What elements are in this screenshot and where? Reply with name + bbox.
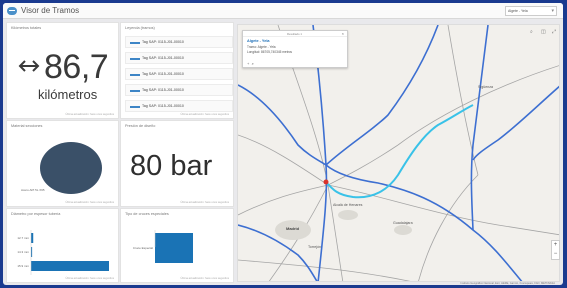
legend-label: Tag SAP: 0115-J01-00010 [142,56,184,60]
layer-select[interactable]: Algete - Yela ▾ [505,6,557,16]
popup-line: Longitud: 86705,740345 metros [247,50,293,54]
crossing-bar-chart: Cruce Especial [133,230,193,263]
road [327,184,344,281]
legend-item[interactable]: Tag SAP: 0115-J01-00010 [125,52,233,64]
road [238,134,329,186]
legend-swatch [130,106,140,108]
legend-panel: Leyenda (tramos) Tag SAP: 0115-J01-00010… [120,22,234,119]
map-attribution: Instituto Geográfico Nacional, Esri, HER… [460,282,555,285]
search-icon[interactable]: ⌕ [530,29,533,35]
distance-value: 86,7 [44,48,109,86]
distance-unit: kilómetros [38,87,98,102]
legend-item[interactable]: Tag SAP: 0115-J01-00010 [125,68,233,80]
legend-item[interactable]: Tag SAP: 0115-J01-00010 [125,100,233,112]
panel-title: Tipo de cruces especiales [125,212,169,216]
pie-slice[interactable] [40,142,102,194]
zoom-in-icon[interactable]: + [552,241,559,250]
river [470,25,489,231]
river [238,84,327,166]
close-icon[interactable]: × [342,31,344,36]
zoom-to-icon[interactable]: ⌕ [252,61,254,66]
logo-icon [7,7,17,15]
legend-swatch [130,74,140,76]
legend-label: Tag SAP: 0115-J01-00010 [142,104,184,108]
pressure-panel: Presión de diseño 80 bar Última actualiz… [120,120,234,207]
location-marker[interactable] [323,179,329,185]
legend-label: Tag SAP: 0115-J01-00010 [142,88,184,92]
urban-area [338,210,358,220]
place-label: Guadalajara [393,221,413,225]
legend-label: Tag SAP: 0115-J01-00010 [142,72,184,76]
legend-item[interactable]: Tag SAP: 0115-J01-00010 [125,84,233,96]
bar-category-label: Cruce Especial [133,246,154,250]
popup-title: Algete - Yela [247,39,270,43]
app-frame: Visor de Tramos Algete - Yela ▾ Kilómetr… [3,3,563,285]
crossing-panel: Tipo de cruces especiales Cruce Especial… [120,208,234,283]
popup-header: Resultado 1 × [243,31,347,37]
app-header: Visor de Tramos Algete - Yela ▾ [3,3,563,19]
legend-item[interactable]: Tag SAP: 0115-J01-00010 [125,36,233,48]
add-icon[interactable]: + [247,61,249,66]
diameter-panel: Diámetro por espesor tubería 12.7 mm 14.3… [6,208,119,283]
panel-foot: Última actualización: hace unos segundos [180,201,229,204]
panel-title: Presión de diseño [125,124,156,128]
bar-category-label: 14.3 mm [17,250,29,254]
bar[interactable] [31,233,34,243]
panel-foot: Última actualización: hace unos segundos [65,277,114,280]
distance-panel: Kilómetros totales 86,7 kilómetros Últim… [6,22,119,119]
legend-swatch [130,90,140,92]
expand-icon[interactable]: ⤢ [552,29,556,35]
panel-foot: Última actualización: hace unos segundos [180,113,229,116]
bar-category-label: 12.7 mm [17,236,29,240]
place-label: Sigüenza [478,85,493,89]
urban-areas [275,210,412,240]
pie-label: Acero API 5L X65 [21,188,45,192]
material-panel: Material secciones Acero API 5L X65 Últi… [6,120,119,207]
place-label: Madrid [286,226,300,231]
legend-swatch [130,42,140,44]
road [397,65,559,146]
place-label: Alcalá de Henares [333,203,363,207]
legend-label: Tag SAP: 0115-J01-00010 [142,40,184,44]
diameter-bar-chart: 12.7 mm 14.3 mm 15.9 mm [17,230,109,275]
road [238,259,411,281]
layer-select-value: Algete - Yela [508,9,528,13]
pressure-value: 80 bar [130,150,213,182]
road [418,174,479,281]
arrow-both-icon [18,60,40,72]
chevron-down-icon: ▾ [551,8,554,14]
road [327,184,559,236]
app-title: Visor de Tramos [21,6,80,15]
urban-area [394,225,412,235]
panel-foot: Última actualización: hace unos segundos [180,277,229,280]
bar-category-label: 15.9 mm [17,264,29,268]
river [472,85,559,161]
popup-tools: + ⌕ [247,61,254,66]
place-label: Torrejón [308,245,321,249]
map-popup: Resultado 1 × Algete - Yela Tramo: Alget… [242,30,348,68]
legend-swatch [130,58,140,60]
popup-line: Tramo: Algete - Yela [247,45,276,49]
layers-icon[interactable]: ◫ [541,29,546,35]
bar[interactable] [31,261,109,271]
zoom-control: + − [551,240,560,260]
panel-title: Diámetro por espesor tubería [11,212,61,216]
panel-title: Kilómetros totales [11,26,42,30]
zoom-out-icon[interactable]: − [552,250,559,259]
panel-title: Leyenda (tramos) [125,26,155,30]
panel-foot: Última actualización: hace unos segundos [65,113,114,116]
pipeline-route[interactable] [325,104,474,199]
panel-title: Material secciones [11,124,43,128]
river [325,164,523,281]
panel-foot: Última actualización: hace unos segundos [65,201,114,204]
bar[interactable] [155,233,193,263]
popup-pager: Resultado 1 [287,32,302,36]
